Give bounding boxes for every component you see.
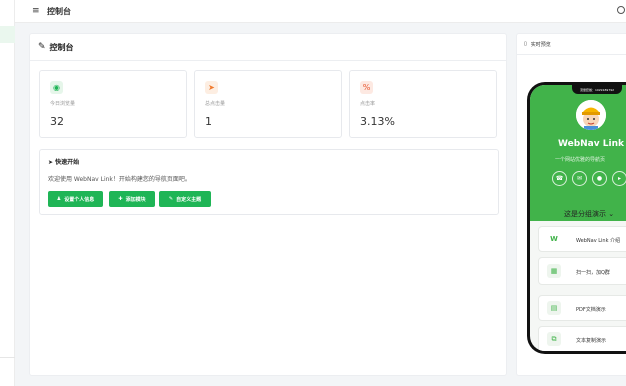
brush-icon: ✎ xyxy=(168,196,174,202)
stat-card-ctr: % 点击率 3.13% xyxy=(349,70,497,138)
email-icon[interactable]: ✉ xyxy=(572,171,587,186)
eye-icon: ◉ xyxy=(50,81,63,94)
video-icon[interactable]: ▸ xyxy=(612,171,626,186)
setup-profile-button[interactable]: ♟ 设置个人信息 xyxy=(48,191,103,207)
link-label: WebNav Link 介绍 xyxy=(576,238,621,244)
phone-frame: 流量套餐：1029189792 WebNav Link 一个网站优雅的导航页 ☎… xyxy=(527,82,626,354)
paper-plane-icon: ➤ xyxy=(48,159,54,166)
pdf-icon: ▤ xyxy=(547,301,561,315)
dashboard-card: ✎ 控制台 ◉ 今日浏览量 32 ➤ 总点击量 1 % 点击率 3.13% ➤ … xyxy=(29,33,507,376)
profile-subtitle: 一个网站优雅的导航页 xyxy=(555,157,606,163)
dashboard-header: ✎ 控制台 xyxy=(30,34,506,61)
mobile-icon: ▯ xyxy=(524,41,527,47)
link-item[interactable]: W WebNav Link 介绍 xyxy=(538,226,626,252)
status-notch: 流量套餐：1029189792 xyxy=(572,85,622,94)
link-item[interactable]: ▦ 扫一扫，加Q群 xyxy=(538,257,626,285)
page-title: 控制台 xyxy=(47,7,71,16)
link-item[interactable]: ⧉ 文本复制演示 xyxy=(538,326,626,351)
quick-start-panel: ➤ 快速开始 欢迎使用 WebNav Link！开始构建您的导航页面吧。 ♟ 设… xyxy=(39,149,499,215)
wechat-icon[interactable]: ● xyxy=(592,171,607,186)
stat-value: 1 xyxy=(205,115,212,128)
preview-header: ▯ 实时预览 xyxy=(517,34,626,55)
sidebar-divider xyxy=(0,357,15,358)
percent-icon: % xyxy=(360,81,373,94)
stat-label: 点击率 xyxy=(360,101,376,107)
user-avatar-icon[interactable] xyxy=(617,6,625,14)
section-title: 这是分组演示 ⌄ xyxy=(564,210,615,218)
profile-title: WebNav Link xyxy=(558,139,624,149)
quick-start-desc: 欢迎使用 WebNav Link！开始构建您的导航页面吧。 xyxy=(48,176,191,183)
add-module-button[interactable]: ✚ 添加模块 xyxy=(109,191,155,207)
stat-card-clicks: ➤ 总点击量 1 xyxy=(194,70,342,138)
stat-card-views: ◉ 今日浏览量 32 xyxy=(39,70,187,138)
user-icon: ♟ xyxy=(56,196,62,202)
phone-icon[interactable]: ☎ xyxy=(552,171,567,186)
edit-icon: ✎ xyxy=(38,42,46,52)
webnav-logo-icon: W xyxy=(547,232,561,246)
menu-icon[interactable]: ≡ xyxy=(32,6,40,16)
plus-icon: ✚ xyxy=(118,196,123,202)
stat-label: 总点击量 xyxy=(205,101,226,107)
stat-value: 3.13% xyxy=(360,115,395,128)
stat-label: 今日浏览量 xyxy=(50,101,76,107)
sidebar xyxy=(0,0,15,386)
stat-value: 32 xyxy=(50,115,64,128)
topbar: ≡ 控制台 xyxy=(15,0,626,23)
link-item[interactable]: ▤ PDF文档演示 xyxy=(538,295,626,321)
chevron-down-icon: ⌄ xyxy=(608,210,615,218)
avatar xyxy=(576,100,606,130)
dashboard-title: 控制台 xyxy=(49,42,74,52)
cursor-icon: ➤ xyxy=(205,81,218,94)
sidebar-item-active[interactable] xyxy=(0,26,15,43)
link-label: PDF文档演示 xyxy=(576,307,606,313)
qrcode-icon: ▦ xyxy=(547,264,561,278)
phone-screen: 流量套餐：1029189792 WebNav Link 一个网站优雅的导航页 ☎… xyxy=(530,85,626,351)
link-label: 文本复制演示 xyxy=(576,338,607,344)
link-label: 扫一扫，加Q群 xyxy=(576,270,610,276)
quick-start-title: ➤ 快速开始 xyxy=(48,159,80,166)
custom-theme-button[interactable]: ✎ 自定义主题 xyxy=(159,191,211,207)
live-preview-panel: ▯ 实时预览 流量套餐：1029189792 WebNav Link 一个网站优… xyxy=(516,33,626,376)
copy-icon: ⧉ xyxy=(547,332,561,346)
